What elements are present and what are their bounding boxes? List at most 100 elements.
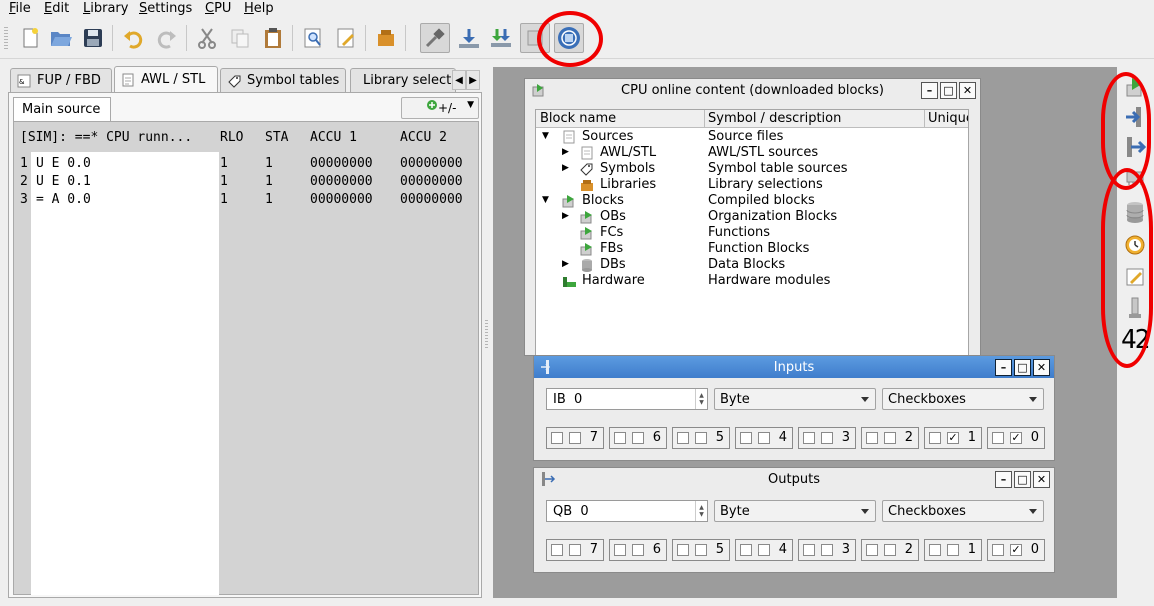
- force-checkbox[interactable]: [866, 432, 878, 444]
- data-blocks-button[interactable]: [1123, 201, 1147, 225]
- toolbar-grip[interactable]: [4, 27, 8, 49]
- timers-button[interactable]: [1123, 233, 1147, 257]
- window-toggle-button[interactable]: [520, 23, 550, 53]
- download-button[interactable]: [454, 23, 484, 53]
- cpu-blocks-button[interactable]: [1123, 75, 1147, 99]
- paste-button[interactable]: [258, 23, 288, 53]
- minimize-button[interactable]: –: [921, 82, 938, 99]
- bit-checkbox[interactable]: [947, 544, 959, 556]
- force-checkbox[interactable]: [992, 432, 1004, 444]
- code-line[interactable]: U E 0.0: [36, 156, 91, 171]
- bit-checkbox[interactable]: [695, 432, 707, 444]
- tree-item-hardware[interactable]: Hardware Hardware modules: [536, 273, 968, 289]
- outputs-button[interactable]: [1123, 135, 1147, 159]
- bit-checkbox[interactable]: [569, 432, 581, 444]
- bit-checkbox[interactable]: [821, 544, 833, 556]
- bit-checkbox[interactable]: [884, 544, 896, 556]
- add-remove-source-button[interactable]: +/- ▼: [401, 97, 479, 119]
- force-checkbox[interactable]: [614, 544, 626, 556]
- force-checkbox[interactable]: [677, 544, 689, 556]
- bit-checkbox[interactable]: [569, 544, 581, 556]
- collapse-arrow-icon[interactable]: ▶: [562, 163, 569, 173]
- bit-checkbox[interactable]: [632, 432, 644, 444]
- expand-arrow-icon[interactable]: ▼: [542, 131, 549, 141]
- maximize-button[interactable]: □: [1014, 471, 1031, 488]
- close-button[interactable]: ✕: [1033, 471, 1050, 488]
- cpu-window-titlebar[interactable]: CPU online content (downloaded blocks): [525, 79, 980, 101]
- tab-scroll-left[interactable]: ◀: [452, 70, 466, 90]
- lamp-button[interactable]: [1123, 297, 1147, 321]
- code-line[interactable]: = A 0.0: [36, 192, 91, 207]
- input-address-field[interactable]: IB 0 ▲ ▼: [546, 388, 708, 410]
- tree-item-blocks[interactable]: ▼ Blocks Compiled blocks: [536, 193, 968, 209]
- close-button[interactable]: ✕: [1033, 359, 1050, 376]
- collapse-arrow-icon[interactable]: ▶: [562, 259, 569, 269]
- connect-button[interactable]: [420, 23, 450, 53]
- force-checkbox[interactable]: [677, 432, 689, 444]
- force-checkbox[interactable]: [740, 432, 752, 444]
- menu-library[interactable]: Library: [83, 1, 128, 16]
- force-checkbox[interactable]: [929, 544, 941, 556]
- block-tree[interactable]: Block name Symbol / description Unique ▼…: [535, 109, 969, 357]
- tab-main-source[interactable]: Main source: [13, 97, 111, 121]
- tree-item-dbs[interactable]: ▶ DBs Data Blocks: [536, 257, 968, 273]
- tab-symbol-tables[interactable]: Symbol tables: [220, 68, 346, 92]
- output-address-field[interactable]: QB 0 ▲ ▼: [546, 500, 708, 522]
- close-button[interactable]: ✕: [959, 82, 976, 99]
- column-block-name[interactable]: Block name: [540, 111, 616, 126]
- force-checkbox[interactable]: [740, 544, 752, 556]
- tab-fup-fbd[interactable]: & FUP / FBD: [10, 68, 112, 92]
- outputs-window-titlebar[interactable]: Outputs: [534, 468, 1054, 490]
- collapse-arrow-icon[interactable]: ▶: [562, 147, 569, 157]
- bit-checkbox[interactable]: [758, 432, 770, 444]
- column-symbol-description[interactable]: Symbol / description: [708, 111, 841, 126]
- force-checkbox[interactable]: [551, 544, 563, 556]
- force-checkbox[interactable]: [866, 544, 878, 556]
- column-divider[interactable]: [924, 110, 925, 128]
- tree-item-obs[interactable]: ▶ OBs Organization Blocks: [536, 209, 968, 225]
- copy-button[interactable]: [225, 23, 255, 53]
- bit-checkbox[interactable]: ✓: [1010, 544, 1022, 556]
- expand-arrow-icon[interactable]: ▼: [542, 195, 549, 205]
- inputs-button[interactable]: [1123, 105, 1147, 129]
- splitter-handle[interactable]: [485, 320, 488, 350]
- input-type-select[interactable]: Byte: [714, 388, 876, 410]
- minimize-button[interactable]: –: [995, 471, 1012, 488]
- memory-button[interactable]: [1123, 165, 1147, 189]
- new-button[interactable]: [15, 23, 45, 53]
- open-button[interactable]: [46, 23, 76, 53]
- tree-item-fcs[interactable]: FCs Functions: [536, 225, 968, 241]
- counters-button[interactable]: [1123, 265, 1147, 289]
- bit-checkbox[interactable]: [821, 432, 833, 444]
- bit-checkbox[interactable]: [884, 432, 896, 444]
- counter-display[interactable]: 42: [1121, 325, 1150, 355]
- output-type-select[interactable]: Byte: [714, 500, 876, 522]
- force-checkbox[interactable]: [803, 432, 815, 444]
- bit-checkbox[interactable]: [632, 544, 644, 556]
- tab-awl-stl[interactable]: AWL / STL: [114, 66, 218, 92]
- bit-checkbox[interactable]: ✓: [947, 432, 959, 444]
- code-text-area[interactable]: [31, 152, 219, 595]
- bit-checkbox[interactable]: ✓: [1010, 432, 1022, 444]
- code-editor[interactable]: [SIM]: ==* CPU runn... RLO STA ACCU 1 AC…: [13, 121, 479, 595]
- inputs-window-titlebar[interactable]: Inputs: [534, 356, 1054, 378]
- force-checkbox[interactable]: [551, 432, 563, 444]
- maximize-button[interactable]: □: [940, 82, 957, 99]
- minimize-button[interactable]: –: [995, 359, 1012, 376]
- tree-item-symbols[interactable]: ▶ Symbols Symbol table sources: [536, 161, 968, 177]
- redo-button[interactable]: [152, 23, 182, 53]
- menu-settings[interactable]: Settings: [139, 1, 192, 16]
- bit-checkbox[interactable]: [695, 544, 707, 556]
- menu-file[interactable]: File: [9, 1, 31, 16]
- find-button[interactable]: [298, 23, 328, 53]
- save-button[interactable]: [78, 23, 108, 53]
- force-checkbox[interactable]: [992, 544, 1004, 556]
- menu-help[interactable]: Help: [244, 1, 274, 16]
- bit-checkbox[interactable]: [758, 544, 770, 556]
- input-display-select[interactable]: Checkboxes: [882, 388, 1044, 410]
- library-button[interactable]: [371, 23, 401, 53]
- cut-button[interactable]: [192, 23, 222, 53]
- force-checkbox[interactable]: [614, 432, 626, 444]
- tab-scroll-right[interactable]: ▶: [466, 70, 480, 90]
- menu-edit[interactable]: Edit: [44, 1, 69, 16]
